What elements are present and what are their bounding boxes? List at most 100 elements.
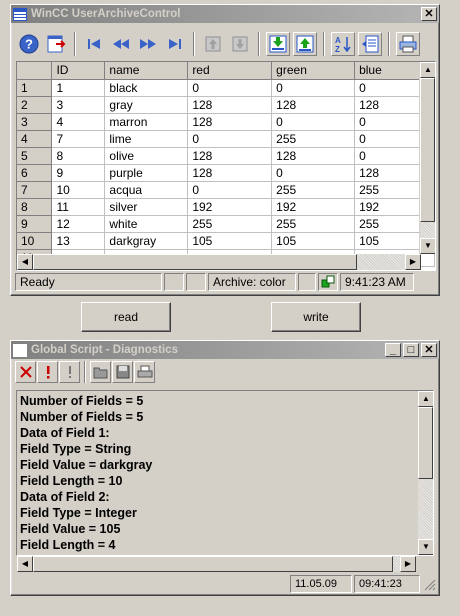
- cell-name[interactable]: olive: [104, 147, 189, 165]
- cell-red[interactable]: 0: [187, 79, 273, 97]
- column-header-id[interactable]: ID: [51, 62, 106, 80]
- cell-id[interactable]: 1: [51, 79, 106, 97]
- row-header[interactable]: 6: [17, 164, 53, 182]
- column-header-name[interactable]: name: [104, 62, 189, 80]
- table-row[interactable]: 4 7 lime 0 255 0: [17, 130, 435, 148]
- table-row[interactable]: 1 1 black 0 0 0: [17, 79, 435, 97]
- row-header[interactable]: 2: [17, 96, 53, 114]
- grid-horizontal-scrollbar[interactable]: ◀ ▶: [17, 254, 421, 270]
- print-icon[interactable]: [396, 32, 420, 56]
- grid-vertical-scrollbar[interactable]: ▲ ▼: [419, 62, 435, 254]
- cell-red[interactable]: 128: [187, 164, 273, 182]
- table-row[interactable]: 5 8 olive 128 128 0: [17, 147, 435, 165]
- stop-icon[interactable]: [37, 361, 58, 383]
- cell-id[interactable]: 10: [51, 181, 106, 199]
- cell-name[interactable]: darkgray: [104, 232, 189, 250]
- column-header-green[interactable]: green: [271, 62, 356, 80]
- close-button[interactable]: ✕: [421, 343, 437, 357]
- cell-red[interactable]: 128: [187, 96, 273, 114]
- row-header[interactable]: 4: [17, 130, 53, 148]
- table-row[interactable]: 6 9 purple 128 0 128: [17, 164, 435, 182]
- cell-name[interactable]: purple: [104, 164, 189, 182]
- cell-name[interactable]: marron: [104, 113, 189, 131]
- table-row[interactable]: 10 13 darkgray 105 105 105: [17, 232, 435, 250]
- archive-data-grid[interactable]: ID name red green blue 1 1 black 0 0 0 2 3 gray 1…: [16, 61, 436, 271]
- resize-grip-icon[interactable]: [422, 577, 436, 591]
- close-button[interactable]: ✕: [421, 7, 437, 21]
- scroll-up-icon[interactable]: ▲: [418, 391, 433, 407]
- row-header[interactable]: 8: [17, 198, 53, 216]
- scroll-up-icon[interactable]: ▲: [420, 62, 435, 78]
- cell-green[interactable]: 192: [271, 198, 356, 216]
- scroll-right-icon[interactable]: ▶: [405, 254, 421, 270]
- selection-icon[interactable]: [358, 32, 382, 56]
- last-record-icon[interactable]: [163, 32, 187, 56]
- cell-name[interactable]: white: [104, 215, 189, 233]
- cell-green[interactable]: 128: [271, 147, 356, 165]
- cell-red[interactable]: 128: [187, 113, 273, 131]
- cell-green[interactable]: 0: [271, 113, 356, 131]
- clear-icon[interactable]: [15, 361, 36, 383]
- cell-name[interactable]: lime: [104, 130, 189, 148]
- scroll-down-icon[interactable]: ▼: [420, 238, 435, 254]
- diagnostics-output[interactable]: Number of Fields = 5 Number of Fields = 5…: [16, 390, 434, 556]
- table-row[interactable]: 3 4 marron 128 0 0: [17, 113, 435, 131]
- column-header-red[interactable]: red: [187, 62, 273, 80]
- output-vertical-scrollbar[interactable]: ▲ ▼: [417, 391, 433, 555]
- table-row[interactable]: 9 12 white 255 255 255: [17, 215, 435, 233]
- open-folder-icon[interactable]: [90, 361, 111, 383]
- save-icon[interactable]: [112, 361, 133, 383]
- cell-name[interactable]: gray: [104, 96, 189, 114]
- maximize-button[interactable]: □: [403, 343, 419, 357]
- scroll-right-icon[interactable]: ▶: [400, 556, 416, 572]
- read-button[interactable]: read: [81, 302, 171, 332]
- cell-id[interactable]: 9: [51, 164, 106, 182]
- table-row[interactable]: 8 11 silver 192 192 192: [17, 198, 435, 216]
- cell-red[interactable]: 128: [187, 147, 273, 165]
- scroll-down-icon[interactable]: ▼: [418, 539, 433, 555]
- scroll-thumb-horizontal[interactable]: [33, 556, 393, 572]
- row-header[interactable]: 9: [17, 215, 53, 233]
- cell-red[interactable]: 105: [187, 232, 273, 250]
- row-header[interactable]: 7: [17, 181, 53, 199]
- cell-name[interactable]: acqua: [104, 181, 189, 199]
- output-horizontal-scrollbar[interactable]: ◀ ▶: [17, 556, 416, 572]
- cell-green[interactable]: 0: [271, 79, 356, 97]
- scroll-left-icon[interactable]: ◀: [17, 254, 33, 270]
- cell-id[interactable]: 13: [51, 232, 106, 250]
- cell-green[interactable]: 255: [271, 130, 356, 148]
- next-record-icon[interactable]: [136, 32, 160, 56]
- minimize-button[interactable]: _: [385, 343, 401, 357]
- cell-id[interactable]: 12: [51, 215, 106, 233]
- cell-id[interactable]: 8: [51, 147, 106, 165]
- archive-titlebar[interactable]: WinCC UserArchiveControl ✕: [11, 5, 439, 23]
- import-icon[interactable]: [201, 32, 225, 56]
- cell-id[interactable]: 7: [51, 130, 106, 148]
- print-icon[interactable]: [134, 361, 155, 383]
- cell-red[interactable]: 0: [187, 130, 273, 148]
- cell-name[interactable]: silver: [104, 198, 189, 216]
- scroll-thumb[interactable]: [420, 78, 435, 222]
- read-data-icon[interactable]: [266, 32, 290, 56]
- cell-id[interactable]: 11: [51, 198, 106, 216]
- select-archive-icon[interactable]: [44, 32, 68, 56]
- scroll-left-icon[interactable]: ◀: [17, 556, 33, 572]
- row-header[interactable]: 10: [17, 232, 53, 250]
- info-icon[interactable]: [59, 361, 80, 383]
- cell-red[interactable]: 0: [187, 181, 273, 199]
- cell-green[interactable]: 255: [271, 215, 356, 233]
- cell-green[interactable]: 255: [271, 181, 356, 199]
- row-header[interactable]: 5: [17, 147, 53, 165]
- scroll-thumb-horizontal[interactable]: [33, 254, 357, 270]
- cell-id[interactable]: 3: [51, 96, 106, 114]
- cell-red[interactable]: 255: [187, 215, 273, 233]
- first-record-icon[interactable]: [82, 32, 106, 56]
- cell-red[interactable]: 192: [187, 198, 273, 216]
- write-button[interactable]: write: [271, 302, 361, 332]
- table-row[interactable]: 7 10 acqua 0 255 255: [17, 181, 435, 199]
- cell-id[interactable]: 4: [51, 113, 106, 131]
- cell-name[interactable]: black: [104, 79, 189, 97]
- row-header[interactable]: 1: [17, 79, 53, 97]
- previous-record-icon[interactable]: [109, 32, 133, 56]
- column-header-rownum[interactable]: [17, 62, 53, 80]
